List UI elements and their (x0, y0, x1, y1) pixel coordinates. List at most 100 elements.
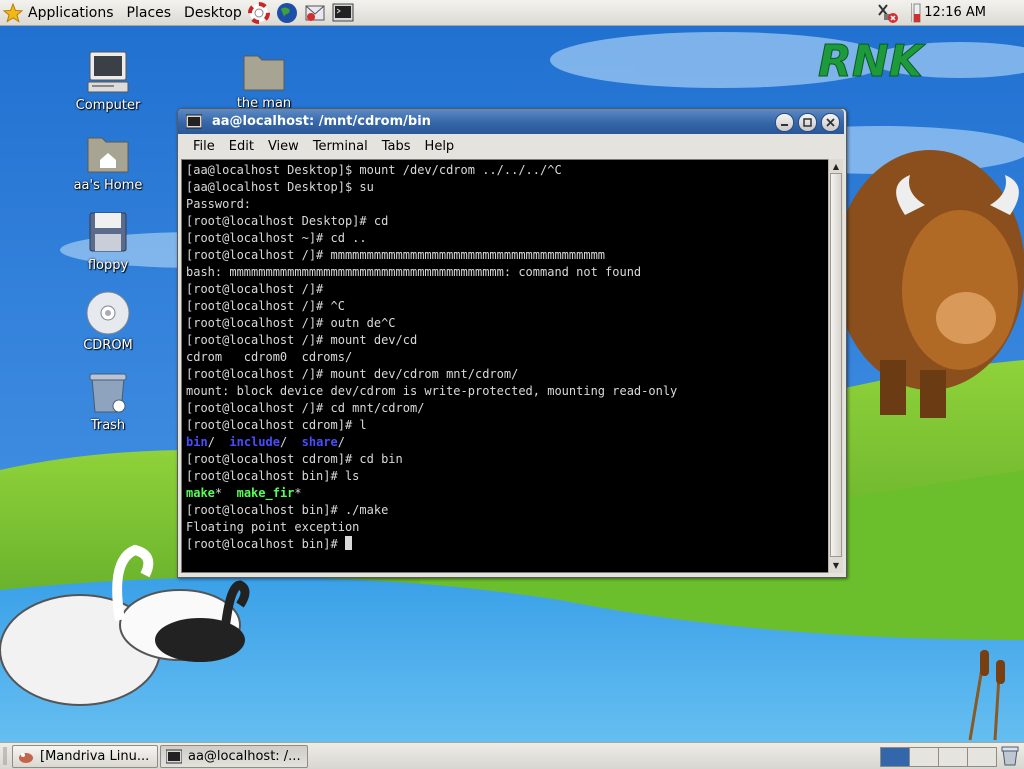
terminal-window-icon (166, 749, 182, 763)
ls-dir-entry: bin (186, 435, 208, 449)
workspace-2[interactable] (909, 747, 939, 767)
desktop-icon-label: floppy (87, 258, 129, 273)
scrollbar-thumb[interactable] (830, 173, 842, 557)
desktop-icon-label: CDROM (83, 338, 133, 353)
desktop-icon-home[interactable]: aa's Home (60, 130, 156, 193)
terminal-cursor (344, 536, 352, 550)
terminal-line: [root@localhost bin]# ./make (186, 503, 389, 517)
cdrom-icon (86, 291, 130, 335)
desktop-menu-label: Desktop (184, 4, 242, 21)
top-panel: Applications Places Desktop 12:16 AM (0, 0, 1024, 26)
folder-icon (243, 55, 285, 91)
ls-dir-entry: include (229, 435, 280, 449)
taskbar-item-label: [Mandriva Linu... (40, 749, 150, 764)
mandriva-star-icon (3, 2, 23, 23)
terminal-line-ls-dirs: bin/ include/ share/ (186, 435, 345, 449)
scroll-up-button[interactable]: ▲ (830, 160, 842, 172)
terminal-line: [root@localhost /]# (186, 282, 324, 296)
taskbar-item-terminal[interactable]: aa@localhost: /... (160, 745, 308, 768)
menu-edit[interactable]: Edit (222, 139, 261, 154)
desktop-icon-floppy[interactable]: floppy (60, 210, 156, 273)
window-titlebar[interactable]: aa@localhost: /mnt/cdrom/bin (178, 109, 844, 134)
menu-tabs[interactable]: Tabs (375, 139, 418, 154)
terminal-scrollbar[interactable]: ▲ ▼ (828, 159, 843, 573)
scroll-down-button[interactable]: ▼ (830, 559, 842, 571)
menu-file[interactable]: File (186, 139, 222, 154)
terminal-line: [root@localhost /]# mount dev/cd (186, 333, 418, 347)
browser-window-icon (19, 752, 33, 763)
places-menu[interactable]: Places (124, 0, 175, 25)
workspace-3[interactable] (938, 747, 968, 767)
terminal-launcher[interactable] (329, 0, 357, 25)
window-menu-icon[interactable] (186, 114, 202, 130)
desktop-icon-computer[interactable]: Computer (60, 48, 156, 113)
wallpaper-logo: RNK (818, 36, 926, 87)
minimize-button[interactable] (775, 113, 794, 132)
terminal-line: Password: (186, 197, 252, 211)
computer-icon (87, 51, 129, 93)
help-launcher[interactable] (245, 0, 273, 25)
terminal-line-ls-exec: make* make_fir* (186, 486, 302, 500)
maximize-button[interactable] (798, 113, 817, 132)
terminal-line: bash: mmmmmmmmmmmmmmmmmmmmmmmmmmmmmmmmmm… (186, 265, 642, 279)
desktop-icon-label: aa's Home (73, 178, 143, 193)
places-menu-label: Places (126, 4, 172, 21)
terminal-output[interactable]: [aa@localhost Desktop]$ mount /dev/cdrom… (181, 159, 829, 573)
volume-icon[interactable] (912, 3, 922, 23)
web-browser-launcher[interactable] (273, 0, 301, 25)
terminal-window: aa@localhost: /mnt/cdrom/bin File Edit V… (177, 108, 847, 578)
bottom-panel: [Mandriva Linu... aa@localhost: /... (0, 742, 1024, 769)
terminal-menubar: File Edit View Terminal Tabs Help (178, 134, 852, 158)
workspace-4[interactable] (967, 747, 997, 767)
terminal-line: [root@localhost cdrom]# cd bin (186, 452, 403, 466)
terminal-prompt: [root@localhost bin]# (186, 537, 345, 551)
terminal-line: [root@localhost bin]# ls (186, 469, 360, 483)
terminal-line: [aa@localhost Desktop]$ su (186, 180, 374, 194)
terminal-line: [aa@localhost Desktop]$ mount /dev/cdrom… (186, 163, 562, 177)
terminal-line: [root@localhost /]# mount dev/cdrom mnt/… (186, 367, 519, 381)
web-browser-icon (276, 2, 297, 23)
applications-menu[interactable]: Applications (0, 0, 117, 25)
terminal-lines: [aa@localhost Desktop]$ mount /dev/cdrom… (186, 162, 826, 553)
desktop-icon-label: Computer (75, 98, 141, 113)
menu-help[interactable]: Help (418, 139, 462, 154)
terminal-line: [root@localhost /]# ^C (186, 299, 345, 313)
terminal-line: [root@localhost /]# outn de^C (186, 316, 396, 330)
terminal-line: [root@localhost /]# cd mnt/cdrom/ (186, 401, 425, 415)
ls-exec-entry: make (186, 486, 215, 500)
terminal-line: [root@localhost cdrom]# l (186, 418, 367, 432)
terminal-line: [root@localhost /]# mmmmmmmmmmmmmmmmmmmm… (186, 248, 606, 262)
terminal-line: [root@localhost ~]# cd .. (186, 231, 367, 245)
trash-applet-icon[interactable] (999, 745, 1021, 767)
workspace-1[interactable] (880, 747, 910, 767)
close-button[interactable] (821, 113, 840, 132)
desktop-icon-cdrom[interactable]: CDROM (60, 290, 156, 353)
panel-clock[interactable]: 12:16 AM (924, 0, 986, 25)
network-status-icon[interactable] (876, 2, 900, 24)
email-icon (305, 5, 325, 21)
desktop-menu[interactable]: Desktop (181, 0, 245, 25)
trash-icon (89, 373, 127, 413)
email-launcher[interactable] (301, 0, 329, 25)
taskbar-item-mandriva[interactable]: [Mandriva Linu... (12, 745, 158, 768)
terminal-prompt-line: [root@localhost bin]# (186, 536, 826, 553)
help-icon (247, 1, 270, 24)
desktop-icon-trash[interactable]: Trash (60, 370, 156, 433)
home-folder-icon (87, 137, 129, 173)
close-icon (826, 118, 835, 127)
terminal-line: mount: block device dev/cdrom is write-p… (186, 384, 678, 398)
terminal-icon (332, 3, 354, 21)
desktop-icon-the-man[interactable]: the man (216, 50, 312, 111)
window-title: aa@localhost: /mnt/cdrom/bin (212, 114, 431, 129)
applications-menu-label: Applications (28, 4, 114, 21)
floppy-icon (89, 212, 127, 252)
taskbar-item-label: aa@localhost: /... (188, 749, 301, 764)
menu-view[interactable]: View (261, 139, 306, 154)
desktop-icon-label: Trash (90, 418, 126, 433)
menu-terminal[interactable]: Terminal (306, 139, 375, 154)
show-desktop-handle[interactable] (2, 745, 8, 767)
ls-dir-entry: share (301, 435, 338, 449)
minimize-icon (781, 124, 788, 126)
terminal-line: cdrom cdrom0 cdroms/ (186, 350, 353, 364)
maximize-icon (803, 118, 812, 127)
